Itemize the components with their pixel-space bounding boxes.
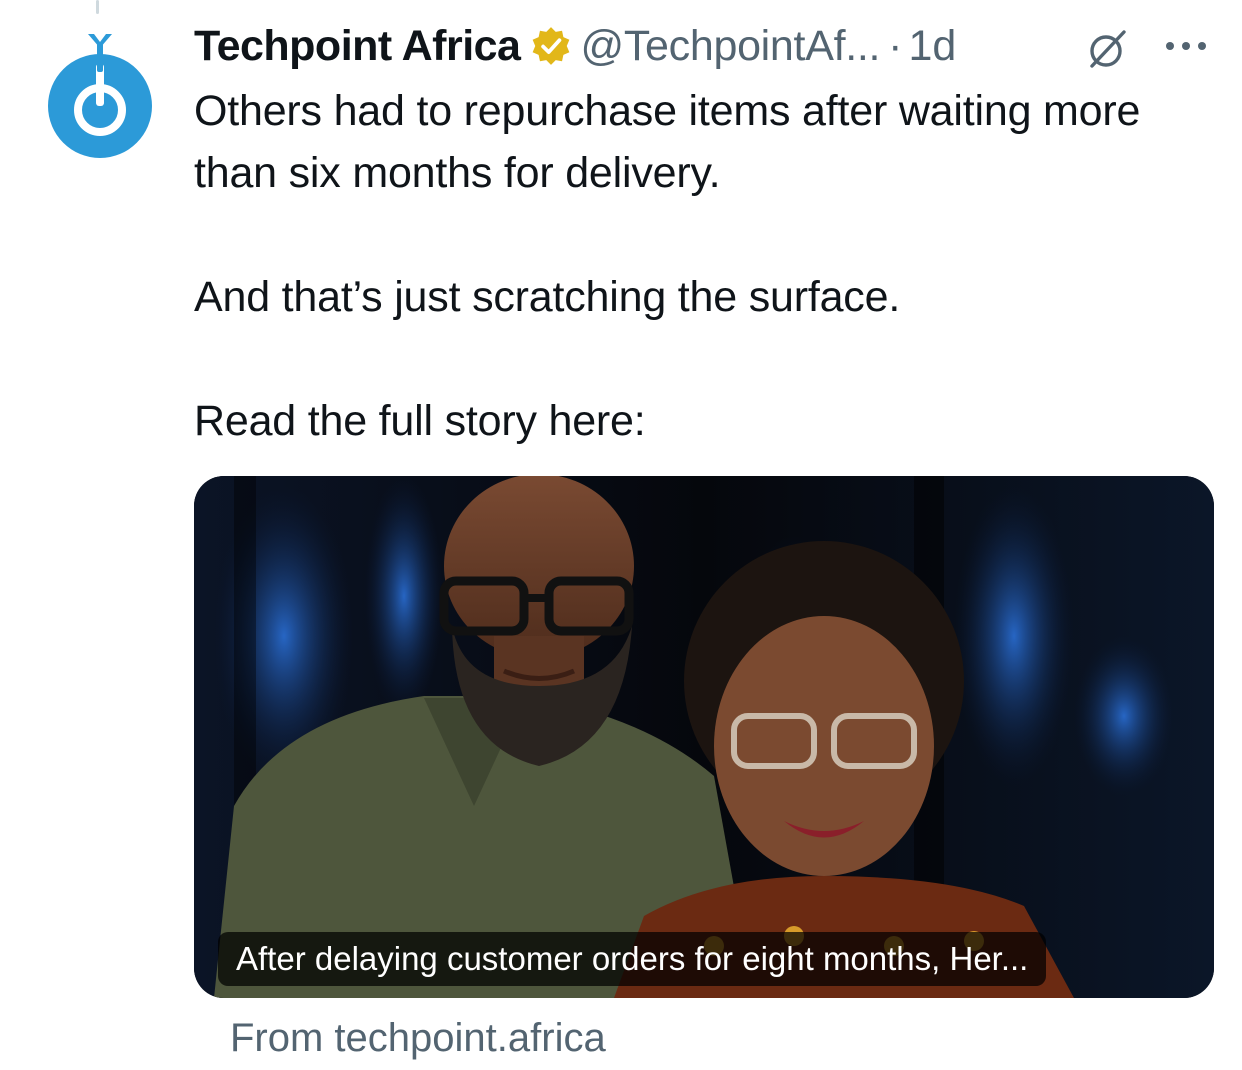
card-caption: After delaying customer orders for eight… [218,932,1047,986]
techpoint-logo-icon [48,34,152,158]
display-name[interactable]: Techpoint Africa [194,18,521,74]
tweet-header: Techpoint Africa @TechpointAf... · 1d [194,18,1224,74]
more-horizontal-icon[interactable] [1162,38,1210,54]
user-handle[interactable]: @TechpointAf... [580,18,880,74]
link-preview-card[interactable]: After delaying customer orders for eight… [194,476,1214,998]
avatar[interactable] [44,30,160,162]
verified-badge-icon[interactable] [530,25,572,67]
article-photo [194,476,1214,998]
thread-connector-line [96,0,99,14]
separator-dot: · [888,22,903,70]
card-source-link[interactable]: From techpoint.africa [230,1010,606,1066]
tweet-text: Others had to repurchase items after wai… [194,87,1141,445]
timestamp[interactable]: 1d [909,18,957,74]
grok-slash-icon[interactable] [1084,26,1130,72]
